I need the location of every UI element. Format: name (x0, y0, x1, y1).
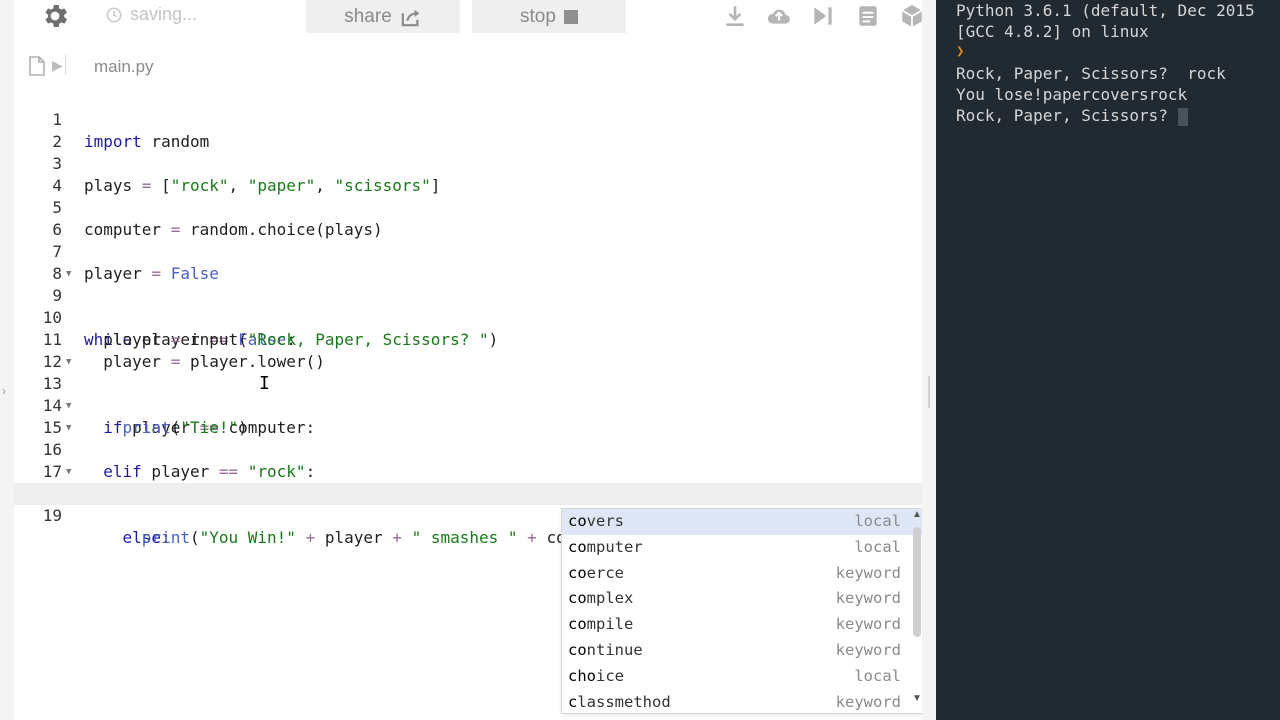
divider-grip[interactable] (928, 376, 930, 408)
scrollbar-thumb[interactable] (913, 527, 921, 637)
mouse-ibeam-cursor: I (259, 373, 270, 394)
autocomplete-item-covers[interactable]: covers local (562, 509, 925, 535)
left-sidebar-strip[interactable]: › (0, 0, 14, 720)
autocomplete-kind: local (854, 537, 901, 556)
autocomplete-item-choice[interactable]: choice local (562, 664, 925, 690)
tab-main-py[interactable]: main.py (94, 57, 154, 77)
terminal-cursor (1177, 107, 1188, 126)
code-line[interactable]: 14 print("Tie!") I (14, 373, 922, 437)
cloud-upload-icon[interactable] (766, 3, 792, 29)
code-line[interactable]: 3 plays = ["rock", "paper", "scissors"] (14, 131, 922, 195)
code-line[interactable]: 13 ▼ if player == computer: (14, 351, 922, 437)
pane-divider[interactable] (922, 0, 936, 720)
console-line: [GCC 4.8.2] on linux (956, 22, 1149, 41)
share-button[interactable]: share (306, 0, 460, 33)
line-number: 19 (42, 506, 62, 525)
code-line[interactable]: 4 (14, 153, 922, 195)
code-line[interactable]: 8 (14, 241, 922, 283)
fold-arrow-icon[interactable]: ▼ (66, 395, 71, 417)
stop-button[interactable]: stop (472, 0, 626, 33)
scroll-down-icon[interactable]: ▼ (912, 693, 922, 704)
refresh-icon (106, 7, 122, 22)
autocomplete-kind: local (854, 512, 901, 530)
stop-icon (563, 9, 578, 24)
code-line[interactable]: 16 ▼ if computer == "paper": (14, 417, 922, 503)
autocomplete-item-compile[interactable]: compile keyword (562, 612, 925, 638)
code-line-active[interactable]: 19 print("You Win!" + player + " smashes… (14, 483, 922, 548)
code-line[interactable]: 6 (14, 197, 922, 239)
code-line[interactable]: 10 player = input("Rock, Paper, Scissors… (14, 285, 922, 349)
autocomplete-popup[interactable]: covers local computer local coerce keywo… (561, 508, 926, 714)
console-panel[interactable]: Python 3.6.1 (default, Dec 2015 [GCC 4.8… (936, 0, 1280, 720)
fold-arrow-icon[interactable]: ▼ (66, 417, 71, 439)
console-line: You lose!papercoversrock (956, 85, 1188, 104)
gear-icon[interactable] (40, 1, 70, 31)
autocomplete-kind: keyword (835, 589, 901, 608)
console-line: Rock, Paper, Scissors? rock (956, 64, 1226, 83)
saving-label: saving... (130, 4, 198, 24)
console-line: Python 3.6.1 (default, Dec 2015 (956, 1, 1255, 20)
code-line[interactable]: 17 print("You Lose!" + computer + " cove… (14, 439, 922, 503)
code-line[interactable]: 2 (14, 109, 922, 151)
autocomplete-item-coerce[interactable]: coerce keyword (562, 561, 925, 587)
stop-label: stop (520, 5, 556, 27)
file-icon[interactable] (28, 56, 46, 76)
console-input-line[interactable]: Rock, Paper, Scissors? (956, 105, 1188, 126)
code-line[interactable]: 9 ▼ while player == False: (14, 263, 922, 349)
toolbar: saving... share stop (14, 0, 923, 36)
tab-divider (65, 55, 66, 75)
download-icon[interactable] (722, 3, 748, 29)
fold-arrow-icon[interactable]: ▼ (66, 263, 71, 285)
autocomplete-kind: local (854, 666, 901, 685)
fold-arrow-icon[interactable]: ▼ (66, 461, 71, 483)
scroll-up-icon[interactable]: ▲ (912, 509, 922, 520)
code-line[interactable]: 1 import random (14, 87, 922, 151)
code-line[interactable]: 5 computer = random.choice(plays) (14, 175, 922, 239)
code-line[interactable]: 18 ▼ else: (14, 461, 922, 547)
share-label: share (344, 5, 392, 27)
autocomplete-item-computer[interactable]: computer local (562, 535, 925, 561)
autocomplete-kind: keyword (835, 563, 901, 582)
expand-sidebar-chevron-icon[interactable]: › (2, 384, 6, 398)
autocomplete-kind: keyword (835, 640, 901, 659)
autocomplete-kind: keyword (835, 615, 901, 634)
file-tab-bar: ▶ main.py (14, 45, 922, 87)
share-icon (401, 9, 419, 26)
code-line[interactable]: 15 ▼ elif player == "rock": (14, 395, 922, 481)
fold-arrow-icon[interactable]: ▼ (66, 351, 71, 373)
code-line[interactable]: 12 (14, 329, 922, 371)
prompt-caret-icon: ❯ (956, 46, 965, 57)
code-line[interactable]: 7 player = False (14, 219, 922, 283)
autocomplete-item-complex[interactable]: complex keyword (562, 586, 925, 612)
autocomplete-item-classmethod[interactable]: classmethod keyword (562, 690, 925, 713)
expand-files-arrow-icon[interactable]: ▶ (52, 57, 63, 74)
autocomplete-kind: keyword (835, 692, 901, 711)
skip-next-icon[interactable] (810, 3, 836, 29)
document-icon[interactable] (855, 3, 881, 29)
autocomplete-item-continue[interactable]: continue keyword (562, 638, 925, 664)
code-line[interactable]: 11 player = player.lower() (14, 307, 922, 371)
saving-status: saving... (104, 4, 197, 25)
